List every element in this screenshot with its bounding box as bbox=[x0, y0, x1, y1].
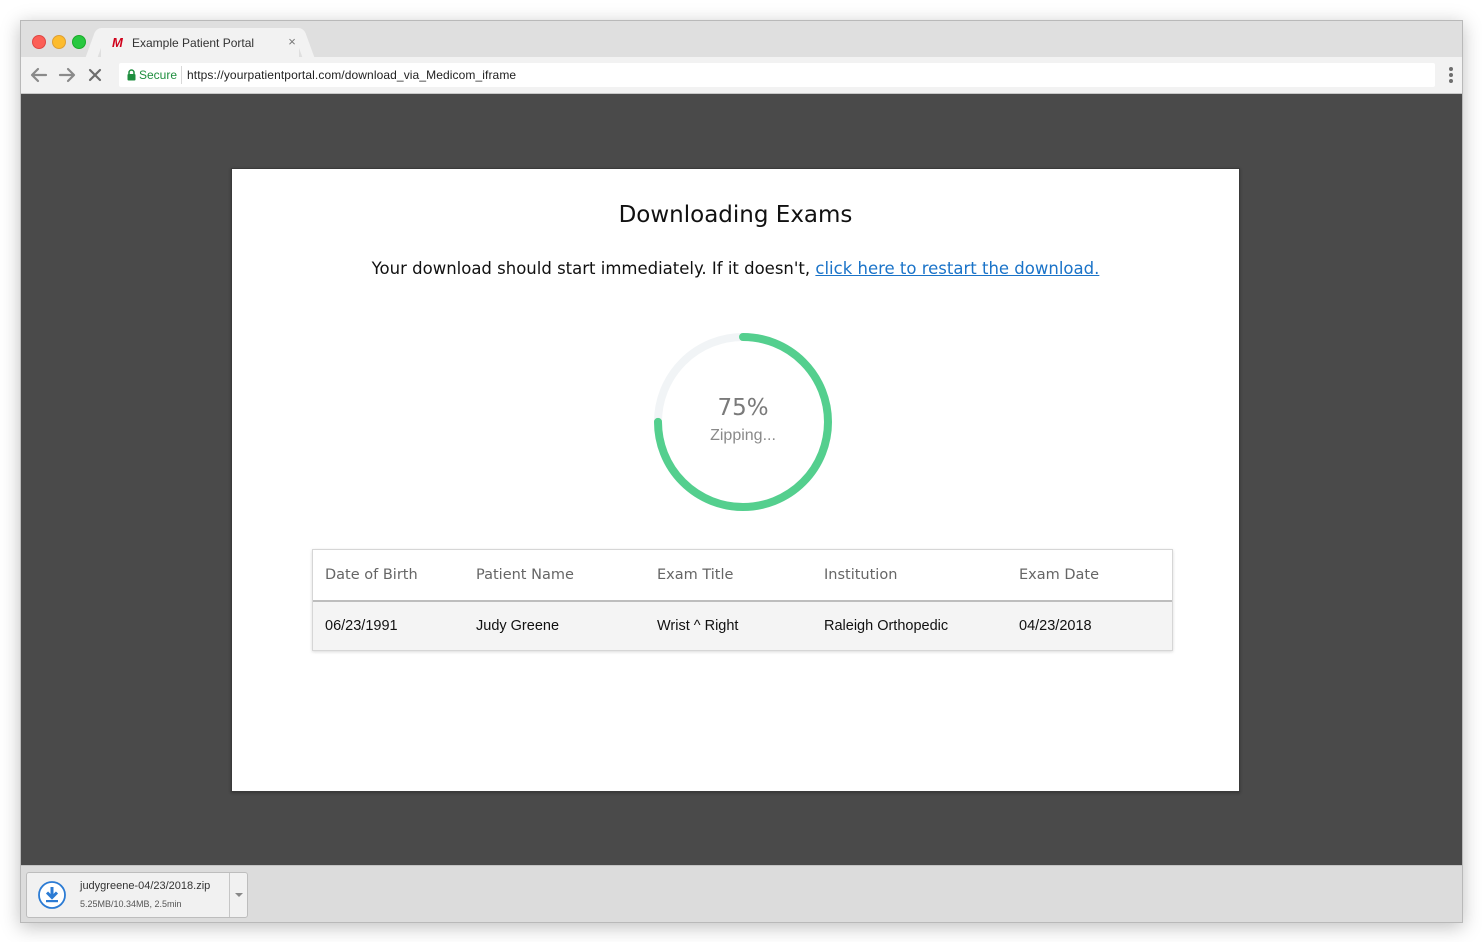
download-filename: judygreene-04/23/2018.zip bbox=[80, 880, 211, 892]
download-status: 5.25MB/10.34MB, 2.5min bbox=[80, 899, 182, 909]
back-button[interactable] bbox=[29, 65, 49, 85]
progress-percent: 75% bbox=[717, 395, 769, 421]
close-window-button[interactable] bbox=[32, 35, 46, 49]
download-shelf: judygreene-04/23/2018.zip 5.25MB/10.34MB… bbox=[21, 865, 1462, 922]
column-header-exam-date: Exam Date bbox=[1019, 567, 1100, 583]
close-icon bbox=[88, 68, 102, 82]
download-dialog: Downloading Exams Your download should s… bbox=[231, 168, 1240, 792]
arrow-right-icon bbox=[58, 67, 76, 83]
forward-button[interactable] bbox=[57, 65, 77, 85]
divider bbox=[181, 66, 182, 84]
dialog-message: Your download should start immediately. … bbox=[232, 259, 1239, 278]
browser-tab[interactable]: M Example Patient Portal × bbox=[101, 28, 299, 57]
table-header: Date of Birth Patient Name Exam Title In… bbox=[313, 550, 1172, 602]
minimize-window-button[interactable] bbox=[52, 35, 66, 49]
title-bar: M Example Patient Portal × bbox=[21, 21, 1462, 57]
browser-toolbar: Secure https://yourpatientportal.com/dow… bbox=[21, 57, 1462, 94]
column-header-exam-title: Exam Title bbox=[657, 567, 734, 583]
secure-label: Secure bbox=[139, 68, 178, 82]
column-header-patient-name: Patient Name bbox=[476, 567, 574, 583]
stop-button[interactable] bbox=[85, 65, 105, 85]
column-header-institution: Institution bbox=[824, 567, 898, 583]
download-item[interactable]: judygreene-04/23/2018.zip 5.25MB/10.34MB… bbox=[26, 872, 248, 918]
url-text[interactable]: https://yourpatientportal.com/download_v… bbox=[187, 68, 516, 82]
browser-window: M Example Patient Portal × Secure https:… bbox=[20, 20, 1463, 923]
column-header-date-of-birth: Date of Birth bbox=[325, 567, 418, 583]
cell-exam-date: 04/23/2018 bbox=[1019, 618, 1092, 634]
progress-status: Zipping... bbox=[710, 427, 776, 444]
chevron-down-icon bbox=[234, 892, 243, 897]
zoom-window-button[interactable] bbox=[72, 35, 86, 49]
download-menu-button[interactable] bbox=[230, 873, 247, 917]
page-content: Downloading Exams Your download should s… bbox=[21, 94, 1462, 865]
tab-title: Example Patient Portal bbox=[132, 36, 255, 50]
lock-icon bbox=[127, 69, 136, 81]
close-icon[interactable]: × bbox=[285, 35, 299, 49]
favicon-icon: M bbox=[112, 35, 123, 50]
progress-ring bbox=[654, 333, 832, 511]
cell-date-of-birth: 06/23/1991 bbox=[325, 618, 398, 634]
table-row: 06/23/1991 Judy Greene Wrist ^ Right Ral… bbox=[313, 602, 1172, 650]
cell-institution: Raleigh Orthopedic bbox=[824, 618, 949, 634]
dialog-title: Downloading Exams bbox=[618, 202, 853, 228]
address-bar[interactable]: Secure https://yourpatientportal.com/dow… bbox=[119, 63, 1435, 87]
cell-patient-name: Judy Greene bbox=[476, 618, 560, 634]
dialog-message-text: Your download should start immediately. … bbox=[371, 259, 816, 278]
cell-exam-title: Wrist ^ Right bbox=[657, 618, 739, 634]
exam-table: Date of Birth Patient Name Exam Title In… bbox=[312, 549, 1173, 651]
download-icon bbox=[38, 881, 66, 909]
arrow-left-icon bbox=[30, 67, 48, 83]
restart-download-link[interactable]: click here to restart the download. bbox=[815, 259, 1099, 278]
more-vertical-icon[interactable] bbox=[1449, 67, 1453, 83]
